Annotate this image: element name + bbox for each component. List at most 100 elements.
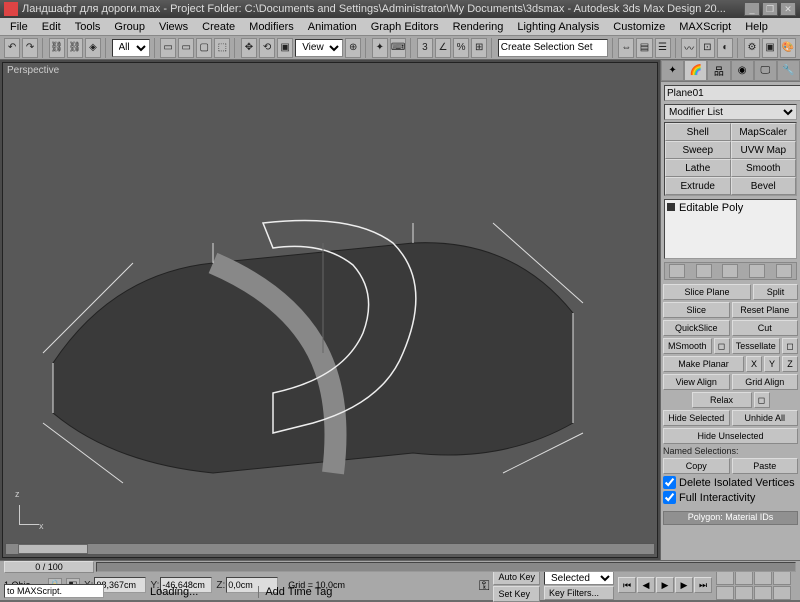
select-button[interactable]: ▭ — [160, 38, 176, 58]
bevel-button[interactable]: Bevel — [731, 177, 797, 195]
pivot-button[interactable]: ⊕ — [345, 38, 361, 58]
hierarchy-tab[interactable]: 品 — [707, 60, 730, 81]
menu-customize[interactable]: Customize — [607, 19, 671, 35]
msmooth-settings-button[interactable]: ◻ — [714, 338, 730, 354]
percent-snap-button[interactable]: % — [453, 38, 469, 58]
angle-snap-button[interactable]: ∠ — [435, 38, 451, 58]
curve-editor-button[interactable]: 〰 — [681, 38, 697, 58]
menu-create[interactable]: Create — [196, 19, 241, 35]
mapscaler-button[interactable]: MapScaler — [731, 123, 797, 141]
key-icon[interactable]: ⚿ — [479, 577, 490, 594]
menu-rendering[interactable]: Rendering — [447, 19, 510, 35]
menu-grapheditors[interactable]: Graph Editors — [365, 19, 445, 35]
fov-button[interactable] — [716, 586, 734, 600]
display-tab[interactable]: 🖵 — [754, 60, 777, 81]
menu-file[interactable]: File — [4, 19, 34, 35]
menu-edit[interactable]: Edit — [36, 19, 67, 35]
paste-selection-button[interactable]: Paste — [732, 458, 799, 474]
snap-button[interactable]: 3 — [417, 38, 433, 58]
render-button[interactable]: 🎨 — [780, 38, 796, 58]
redo-button[interactable]: ↷ — [22, 38, 38, 58]
unhide-all-button[interactable]: Unhide All — [732, 410, 799, 426]
full-interactivity-checkbox[interactable]: Full Interactivity — [663, 491, 798, 504]
tessellate-button[interactable]: Tessellate — [732, 338, 781, 354]
keyboard-shortcut-button[interactable]: ⌨ — [390, 38, 406, 58]
motion-tab[interactable]: ◉ — [731, 60, 754, 81]
scale-button[interactable]: ▣ — [277, 38, 293, 58]
hide-unselected-button[interactable]: Hide Unselected — [663, 428, 798, 444]
menu-views[interactable]: Views — [153, 19, 194, 35]
orbit-button[interactable] — [754, 586, 772, 600]
select-name-button[interactable]: ▭ — [178, 38, 194, 58]
hide-selected-button[interactable]: Hide Selected — [663, 410, 730, 426]
unlink-button[interactable]: ⛓ — [67, 38, 83, 58]
link-button[interactable]: ⛓ — [49, 38, 65, 58]
close-button[interactable]: ✕ — [780, 2, 796, 16]
add-time-tag[interactable]: Add Time Tag — [258, 586, 332, 598]
shell-button[interactable]: Shell — [665, 123, 731, 141]
maxscript-listener[interactable]: to MAXScript. — [4, 584, 104, 598]
refcoord-dropdown[interactable]: View — [295, 39, 343, 57]
perspective-viewport[interactable]: Perspective z x — [2, 62, 658, 558]
play-button[interactable]: ▶ — [656, 577, 674, 593]
pin-stack-button[interactable] — [669, 264, 685, 278]
material-editor-button[interactable]: ◐ — [717, 38, 733, 58]
prev-frame-button[interactable]: ◀ — [637, 577, 655, 593]
keymode-dropdown[interactable]: Selected — [544, 571, 614, 585]
maximize-button[interactable]: ❐ — [762, 2, 778, 16]
grid-align-button[interactable]: Grid Align — [732, 374, 799, 390]
planar-x-button[interactable]: X — [746, 356, 762, 372]
modifier-stack[interactable]: Editable Poly — [664, 199, 797, 259]
selection-filter[interactable]: All — [112, 39, 150, 57]
relax-settings-button[interactable]: ◻ — [754, 392, 770, 408]
rotate-button[interactable]: ⟲ — [259, 38, 275, 58]
mirror-button[interactable]: ⇔ — [618, 38, 634, 58]
menu-lighting[interactable]: Lighting Analysis — [511, 19, 605, 35]
modifier-list-dropdown[interactable]: Modifier List — [664, 104, 797, 120]
quickslice-button[interactable]: QuickSlice — [663, 320, 730, 336]
show-result-button[interactable] — [696, 264, 712, 278]
remove-modifier-button[interactable] — [749, 264, 765, 278]
layers-button[interactable]: ☰ — [655, 38, 671, 58]
cut-button[interactable]: Cut — [732, 320, 799, 336]
planar-z-button[interactable]: Z — [782, 356, 798, 372]
rendered-frame-button[interactable]: ▣ — [762, 38, 778, 58]
delete-isolated-checkbox[interactable]: Delete Isolated Vertices — [663, 476, 798, 489]
zoom-all-button[interactable] — [735, 571, 753, 585]
uvwmap-button[interactable]: UVW Map — [731, 141, 797, 159]
polygon-material-ids-rollout[interactable]: Polygon: Material IDs — [663, 511, 798, 525]
msmooth-button[interactable]: MSmooth — [663, 338, 712, 354]
pan-button[interactable] — [735, 586, 753, 600]
modify-tab[interactable]: 🌈 — [684, 60, 707, 81]
bind-button[interactable]: ◈ — [85, 38, 101, 58]
planar-y-button[interactable]: Y — [764, 356, 780, 372]
goto-end-button[interactable]: ⏭ — [694, 577, 712, 593]
minimize-button[interactable]: _ — [744, 2, 760, 16]
unique-button[interactable] — [722, 264, 738, 278]
stack-toggle-icon[interactable] — [667, 203, 675, 211]
render-setup-button[interactable]: ⚙ — [744, 38, 760, 58]
menu-animation[interactable]: Animation — [302, 19, 363, 35]
zoom-button[interactable] — [716, 571, 734, 585]
timeline-track[interactable] — [96, 562, 796, 572]
window-crossing-button[interactable]: ⬚ — [214, 38, 230, 58]
relax-button[interactable]: Relax — [692, 392, 752, 408]
schematic-button[interactable]: ⊡ — [699, 38, 715, 58]
copy-selection-button[interactable]: Copy — [663, 458, 730, 474]
split-button[interactable]: Split — [753, 284, 798, 300]
zoom-extents-button[interactable] — [754, 571, 772, 585]
view-align-button[interactable]: View Align — [663, 374, 730, 390]
utilities-tab[interactable]: 🔧 — [777, 60, 800, 81]
key-filters-button[interactable]: Key Filters... — [544, 586, 614, 600]
sweep-button[interactable]: Sweep — [665, 141, 731, 159]
menu-help[interactable]: Help — [739, 19, 774, 35]
slice-button[interactable]: Slice — [663, 302, 730, 318]
smooth-button[interactable]: Smooth — [731, 159, 797, 177]
configure-sets-button[interactable] — [776, 264, 792, 278]
select-region-button[interactable]: ▢ — [196, 38, 212, 58]
move-button[interactable]: ✥ — [241, 38, 257, 58]
goto-start-button[interactable]: ⏮ — [618, 577, 636, 593]
undo-button[interactable]: ↶ — [4, 38, 20, 58]
setkey-button[interactable]: Set Key — [493, 586, 540, 602]
make-planar-button[interactable]: Make Planar — [663, 356, 744, 372]
